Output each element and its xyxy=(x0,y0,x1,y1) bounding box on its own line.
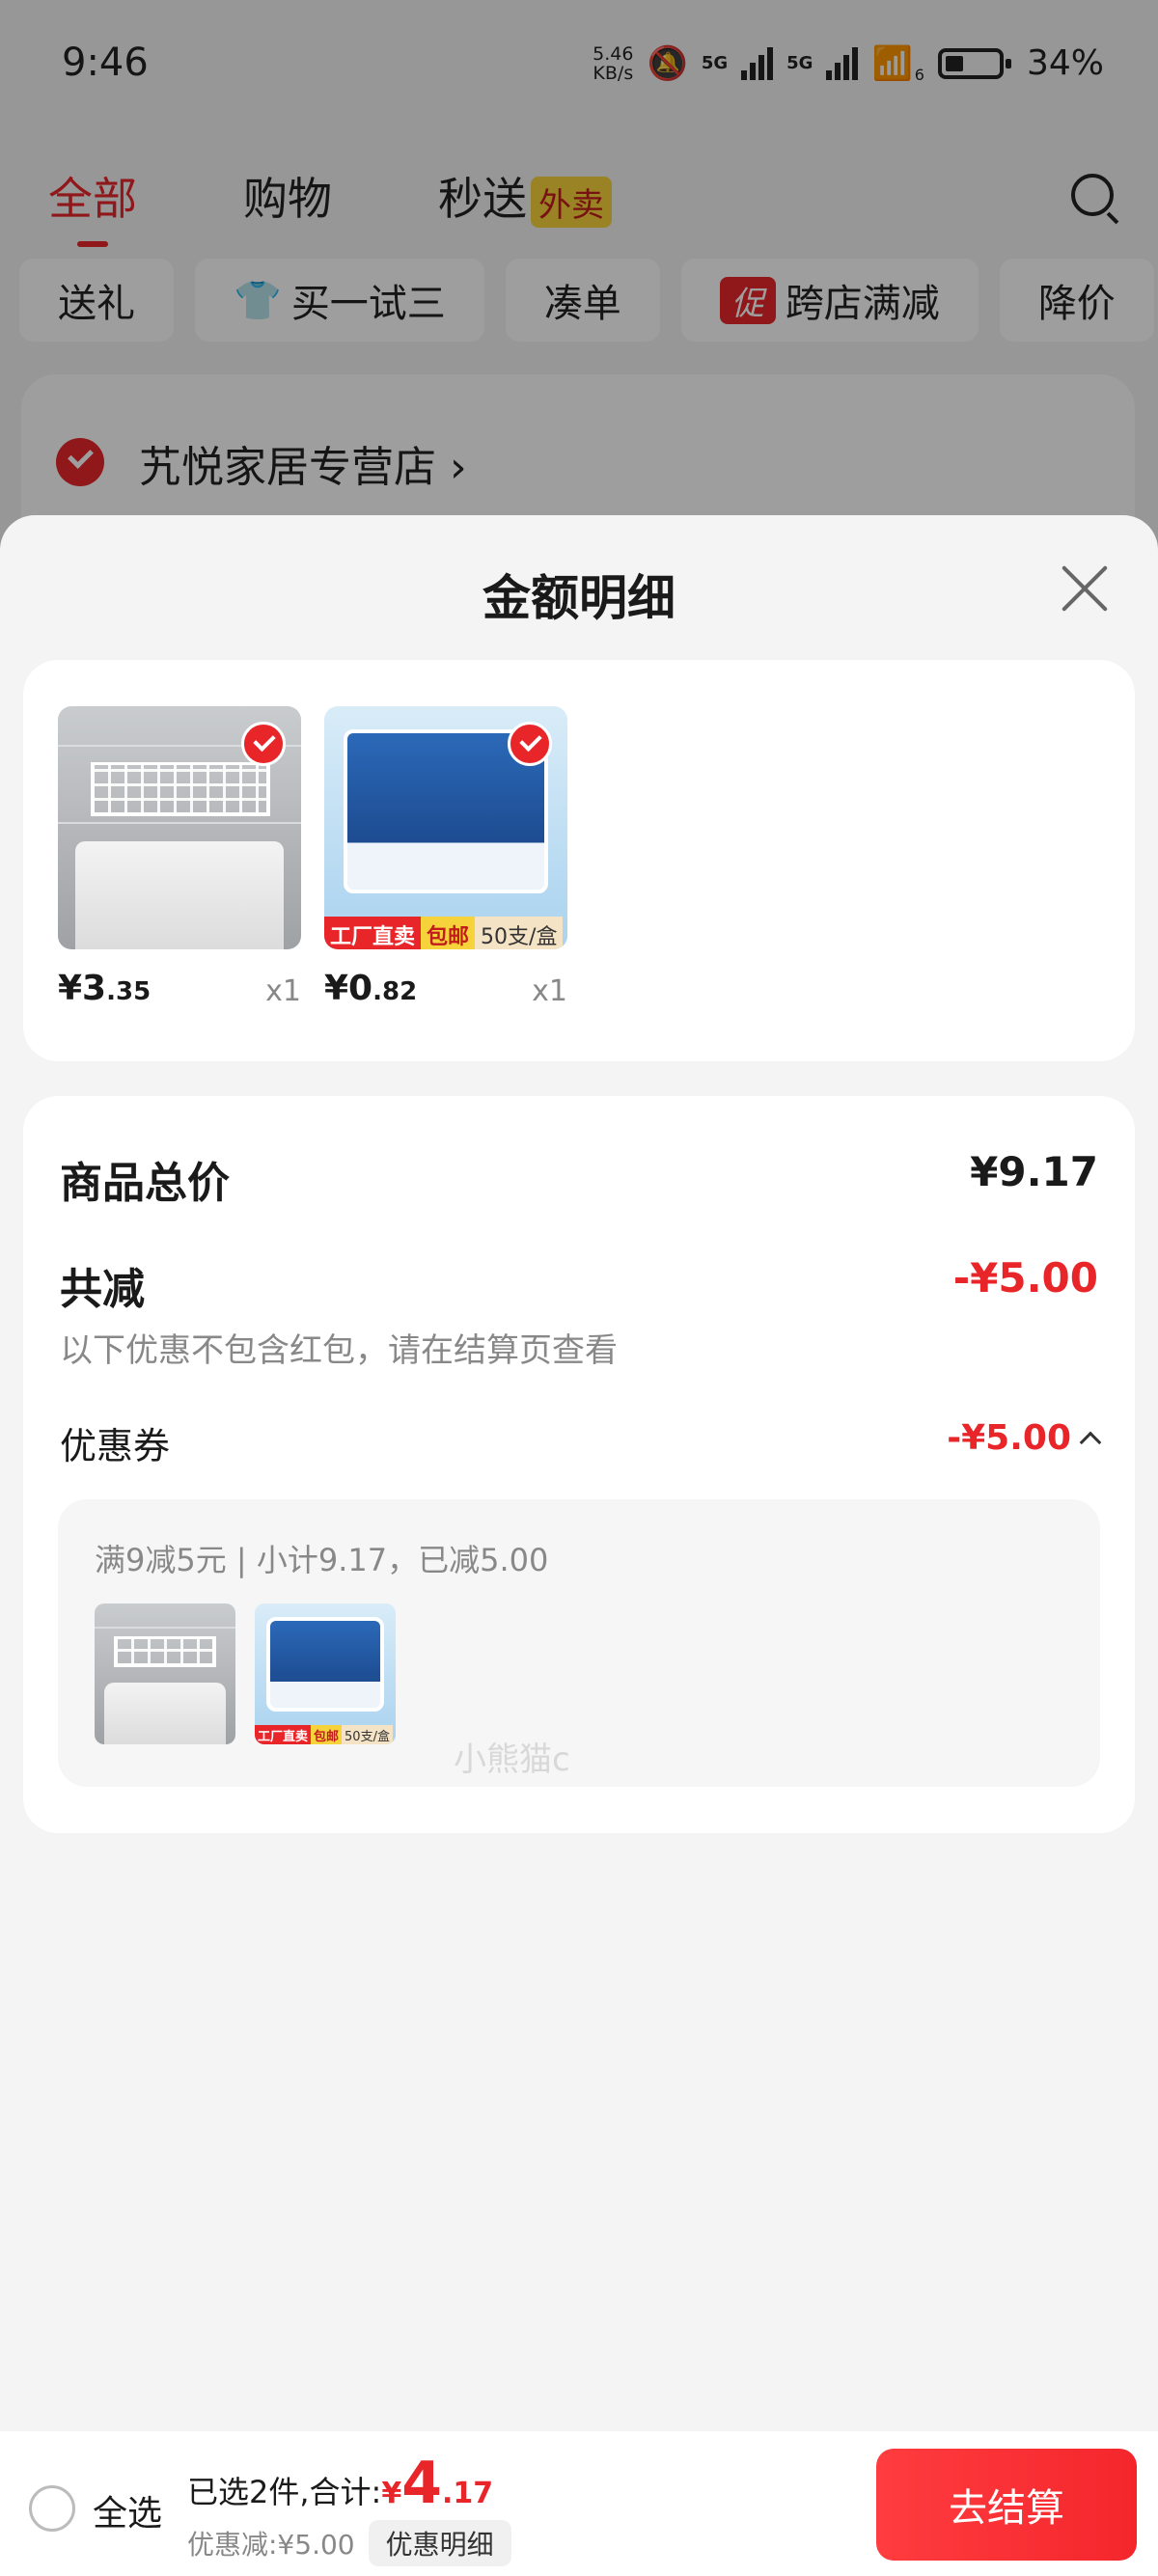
saved-amount: 优惠减:¥5.00 优惠明细 xyxy=(187,2520,511,2566)
check-icon xyxy=(241,722,286,766)
select-all-radio[interactable] xyxy=(29,2485,75,2532)
coupon-label: 优惠券 xyxy=(60,1425,171,1467)
toilet-tank-shape xyxy=(75,841,284,949)
total-price-value: ¥9.17 xyxy=(970,1148,1098,1195)
coupon-product-thumb: 工厂直卖 包邮 50支/盒 xyxy=(255,1603,396,1744)
discount-label: 共减 xyxy=(60,1265,145,1314)
product-item[interactable]: ¥3.35 x1 xyxy=(58,706,301,1008)
chevron-up-icon xyxy=(1079,1431,1102,1453)
close-icon[interactable] xyxy=(1060,563,1110,614)
product-image-floss: 工厂直卖 包邮 50支/盒 xyxy=(324,706,567,949)
basket-shape xyxy=(91,762,270,816)
amount-detail-sheet: 金额明细 ¥3.35 x1 工厂直卖 包邮 50支/盒 ¥0.82 x1 商品总… xyxy=(0,515,1158,2576)
product-qty: x1 xyxy=(532,974,567,1008)
watermark: 小熊猫c xyxy=(454,1740,570,1779)
checkout-button[interactable]: 去结算 xyxy=(876,2449,1137,2561)
selected-products-card: ¥3.35 x1 工厂直卖 包邮 50支/盒 ¥0.82 x1 xyxy=(23,660,1135,1061)
price-detail-card: 商品总价 ¥9.17 共减 -¥5.00 以下优惠不包含红包，请在结算页查看 优… xyxy=(23,1096,1135,1833)
product-banner: 工厂直卖 包邮 50支/盒 xyxy=(324,917,564,949)
select-all-label[interactable]: 全选 xyxy=(93,2485,162,2535)
discount-detail-button[interactable]: 优惠明细 xyxy=(368,2520,511,2566)
coupon-product-thumb xyxy=(95,1603,235,1744)
sheet-title: 金额明细 xyxy=(482,570,676,626)
product-qty: x1 xyxy=(265,974,301,1008)
coupon-description: 满9减5元 | 小计9.17，已减5.00 xyxy=(95,1542,549,1578)
coupon-toggle[interactable]: -¥5.00 xyxy=(947,1418,1102,1458)
checkout-bar: 全选 已选2件,合计: ¥ 4 .17 优惠减:¥5.00 优惠明细 去结算 xyxy=(0,2431,1158,2576)
total-price-label: 商品总价 xyxy=(60,1159,230,1208)
product-image-basket xyxy=(58,706,301,949)
coupon-detail-box: 满9减5元 | 小计9.17，已减5.00 工厂直卖 包邮 50支/盒 xyxy=(58,1499,1100,1787)
product-item[interactable]: 工厂直卖 包邮 50支/盒 ¥0.82 x1 xyxy=(324,706,567,1008)
discount-note: 以下优惠不包含红包，请在结算页查看 xyxy=(60,1331,618,1370)
check-icon xyxy=(508,722,552,766)
total-sum: 已选2件,合计: ¥ 4 .17 xyxy=(187,2450,494,2517)
discount-value: -¥5.00 xyxy=(952,1254,1098,1302)
